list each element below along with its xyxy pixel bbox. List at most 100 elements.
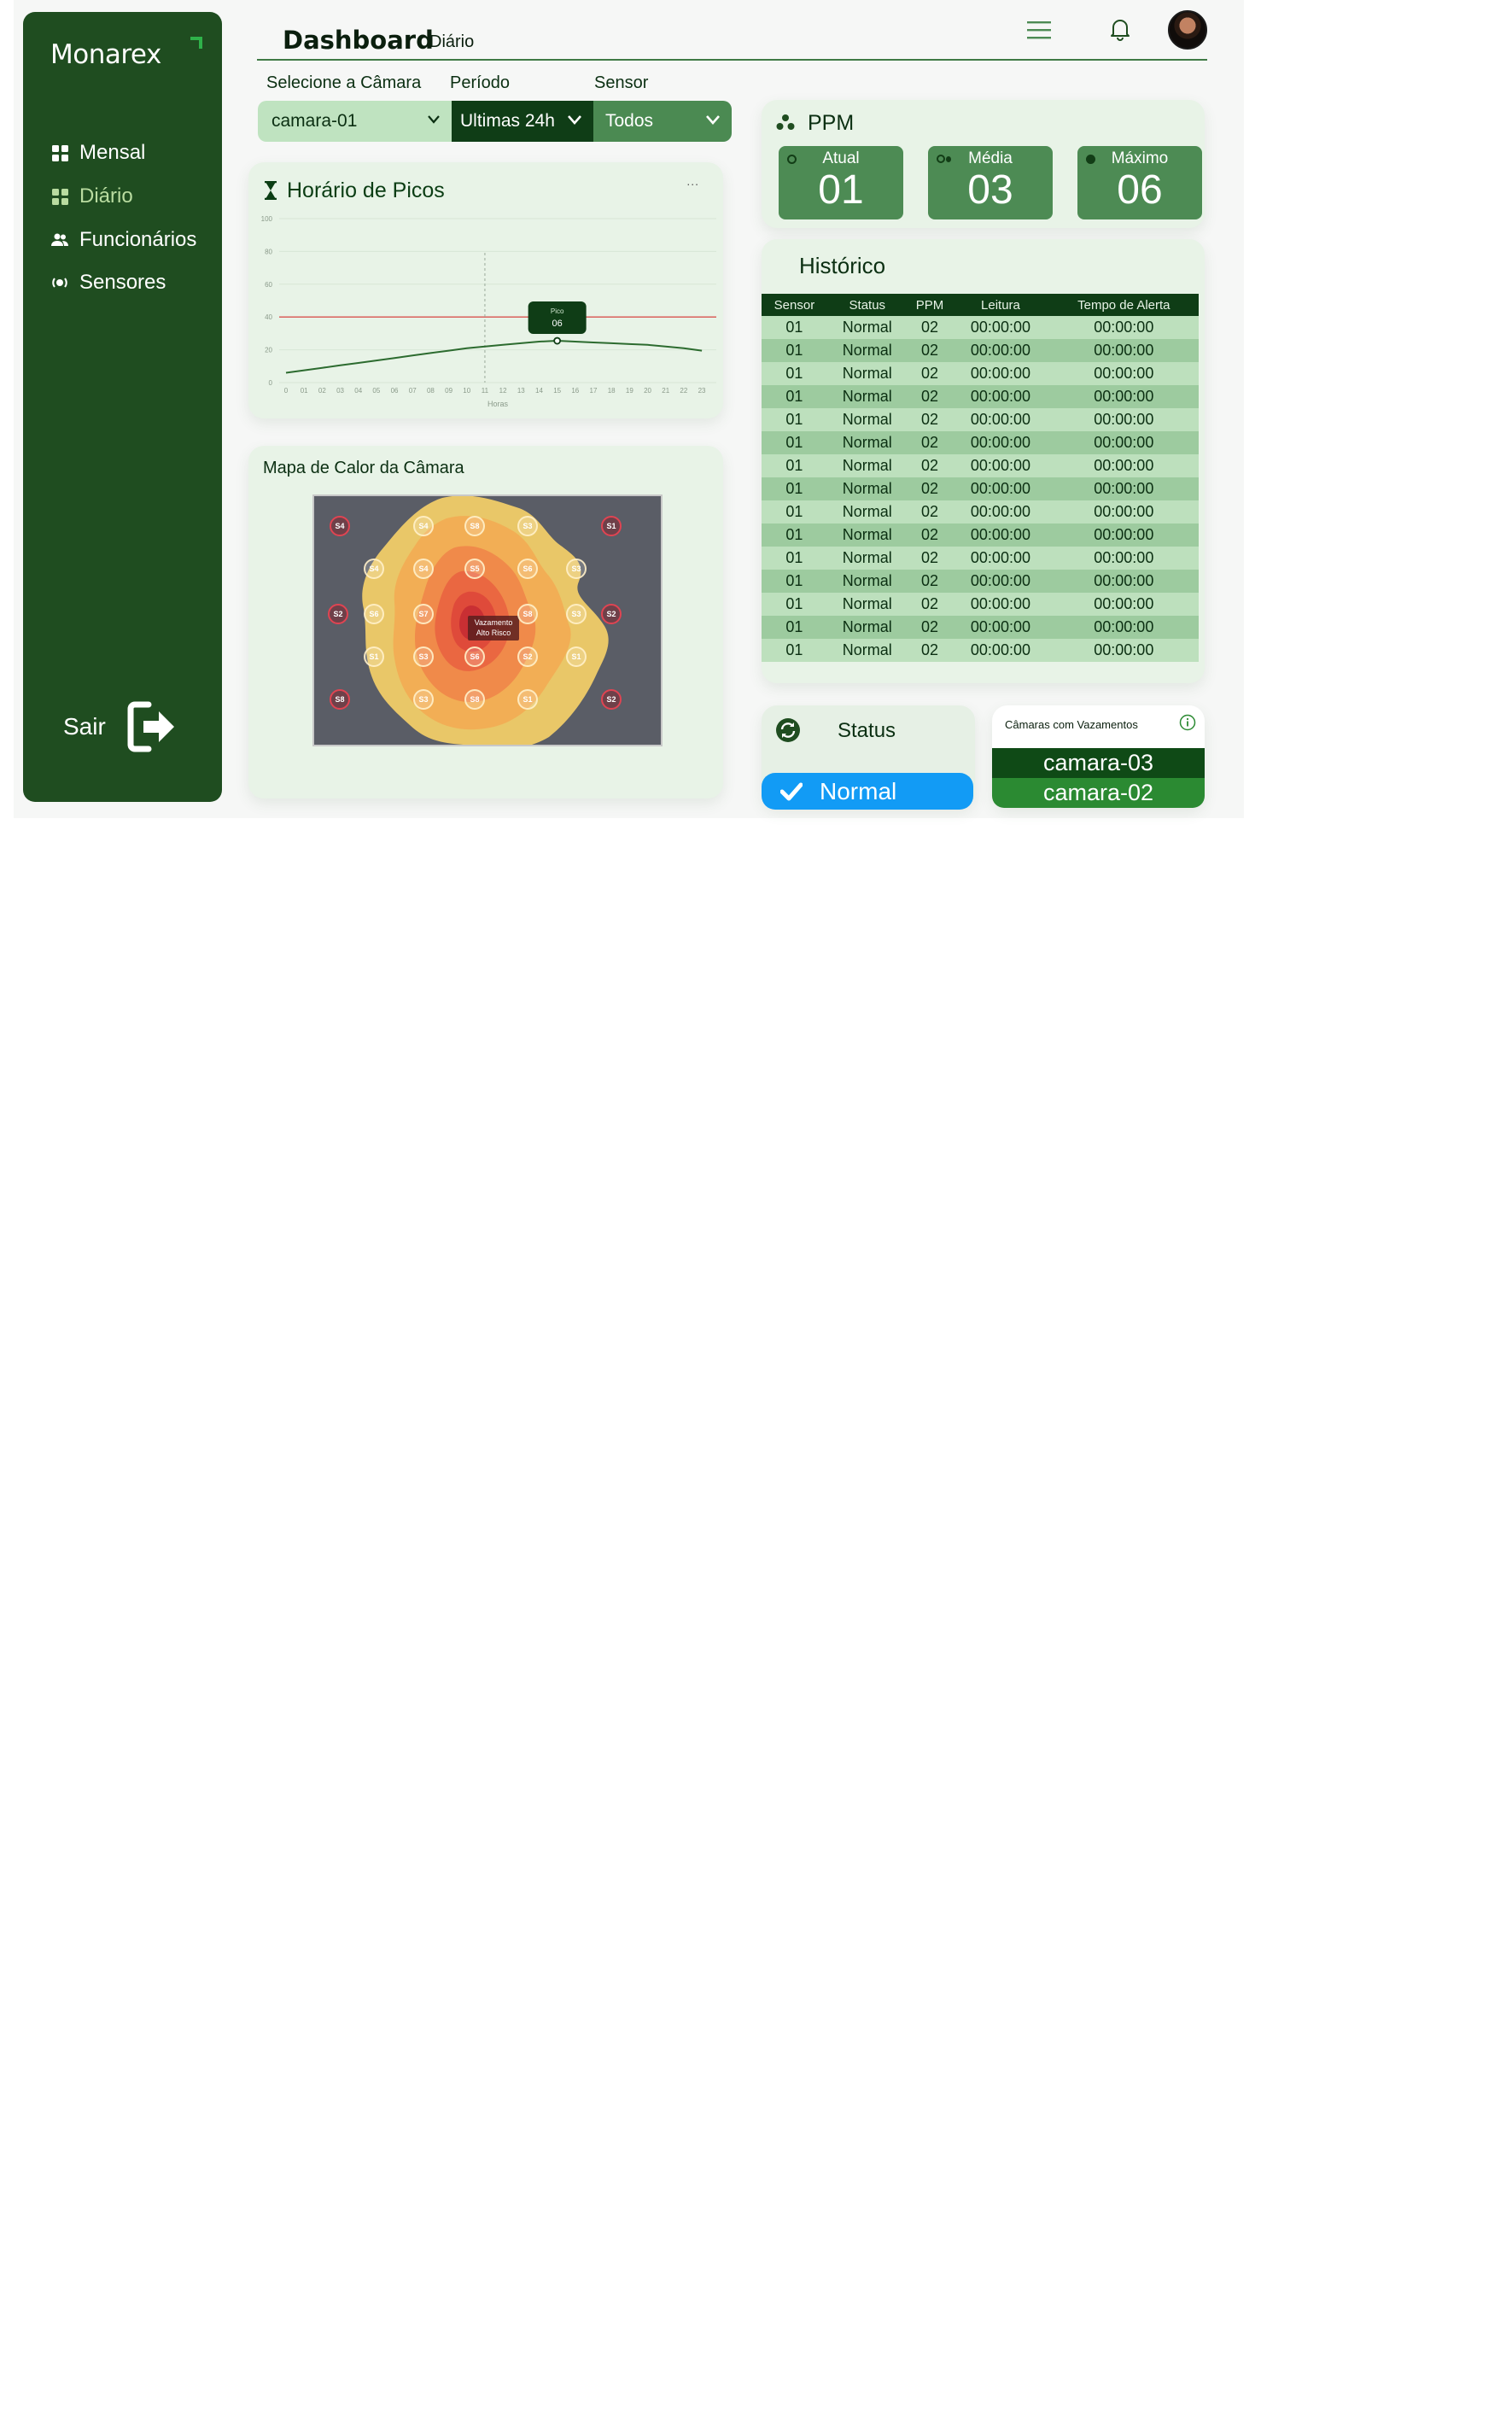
table-cell: 00:00:00: [952, 593, 1049, 616]
x-tick-label: 18: [608, 387, 616, 395]
peak-hours-card: Horário de Picos ... 0 20 40 60 80 100 Pico 06 0…: [248, 162, 723, 418]
avatar[interactable]: [1168, 10, 1207, 50]
leaking-chamber-item[interactable]: camara-03: [992, 748, 1205, 778]
users-icon: [50, 231, 69, 249]
sidebar-item-funcionarios[interactable]: Funcionários: [50, 225, 221, 255]
sensor-marker[interactable]: S1: [364, 646, 384, 667]
ppm-average-label: Média: [968, 149, 1013, 167]
sensor-marker[interactable]: S8: [330, 689, 350, 710]
table-cell: 00:00:00: [1048, 477, 1199, 500]
table-cell: 01: [762, 639, 827, 662]
table-row: 01 Normal 02 00:00:00 00:00:00: [762, 616, 1199, 639]
sidebar-item-mensal[interactable]: Mensal: [50, 137, 221, 168]
table-cell: 02: [907, 385, 953, 408]
table-row: 01 Normal 02 00:00:00 00:00:00: [762, 639, 1199, 662]
table-cell: 02: [907, 639, 953, 662]
table-cell: 01: [762, 385, 827, 408]
ppm-average-tile: Média 03: [928, 146, 1053, 219]
sensor-marker[interactable]: S8: [517, 604, 538, 624]
leak-tooltip-line: Vazamento: [474, 618, 513, 627]
y-tick-label: 40: [265, 313, 272, 321]
sensor-marker[interactable]: S3: [566, 559, 587, 579]
status-card: Status Normal: [762, 705, 975, 810]
table-cell: 02: [907, 500, 953, 524]
table-cell: 00:00:00: [1048, 362, 1199, 385]
x-tick-label: 20: [644, 387, 651, 395]
bell-icon[interactable]: [1109, 17, 1131, 41]
leak-tooltip-line: Alto Risco: [476, 628, 511, 637]
sensor-marker[interactable]: S6: [517, 559, 538, 579]
y-tick-label: 100: [261, 215, 273, 223]
x-tick-label: 15: [553, 387, 561, 395]
y-tick-label: 20: [265, 347, 272, 354]
period-filter-label: Período: [450, 73, 511, 92]
table-cell: 02: [907, 593, 953, 616]
sensor-marker[interactable]: S3: [413, 689, 434, 710]
sensor-marker[interactable]: S8: [464, 689, 485, 710]
table-cell: 01: [762, 547, 827, 570]
sensor-marker[interactable]: S3: [566, 604, 587, 624]
sensor-marker[interactable]: S2: [517, 646, 538, 667]
table-cell: 00:00:00: [1048, 316, 1199, 339]
column-header: Sensor: [762, 294, 827, 316]
sensor-marker[interactable]: S1: [517, 689, 538, 710]
sensor-marker[interactable]: S8: [464, 516, 485, 536]
sensor-marker[interactable]: S4: [330, 516, 350, 536]
table-cell: Normal: [826, 431, 908, 454]
menu-icon[interactable]: [1027, 20, 1051, 39]
ppm-current-value: 01: [818, 167, 864, 213]
page-subtitle: Diário: [429, 32, 475, 51]
camera-select[interactable]: camara-01: [258, 101, 452, 142]
logout-button[interactable]: Sair: [63, 699, 178, 754]
table-cell: 00:00:00: [952, 339, 1049, 362]
peak-tooltip-value: 06: [552, 319, 563, 329]
sidebar-item-sensores[interactable]: Sensores: [50, 267, 221, 298]
refresh-icon[interactable]: [775, 717, 801, 743]
sensor-marker[interactable]: S3: [413, 646, 434, 667]
sensor-marker[interactable]: S7: [413, 604, 434, 624]
peak-point: [553, 336, 562, 345]
sensor-marker[interactable]: S4: [413, 516, 434, 536]
table-cell: Normal: [826, 339, 908, 362]
table-header-row: Sensor Status PPM Leitura Tempo de Alert…: [762, 294, 1199, 316]
table-cell: 02: [907, 570, 953, 593]
sensor-marker[interactable]: S1: [601, 516, 622, 536]
table-row: 01 Normal 02 00:00:00 00:00:00: [762, 500, 1199, 524]
table-cell: Normal: [826, 454, 908, 477]
table-cell: 01: [762, 316, 827, 339]
sensor-marker[interactable]: S2: [328, 604, 348, 624]
table-cell: Normal: [826, 570, 908, 593]
sensor-marker[interactable]: S1: [566, 646, 587, 667]
table-cell: Normal: [826, 524, 908, 547]
info-icon[interactable]: [1179, 714, 1196, 731]
sensor-marker[interactable]: S4: [364, 559, 384, 579]
peak-tooltip-label: Pico: [551, 307, 564, 315]
camera-select-value: camara-01: [271, 111, 358, 131]
x-tick-label: 19: [626, 387, 633, 395]
sensor-marker[interactable]: S6: [464, 646, 485, 667]
sensor-marker[interactable]: S4: [413, 559, 434, 579]
x-tick-label: 22: [680, 387, 687, 395]
sidebar-item-diario[interactable]: Diário: [50, 181, 221, 212]
leaking-chamber-item[interactable]: camara-02: [992, 778, 1205, 808]
x-tick-label: 16: [571, 387, 579, 395]
sidebar-item-label: Funcionários: [79, 228, 197, 251]
leaking-chambers-title: Câmaras com Vazamentos: [1005, 718, 1138, 731]
sensor-select[interactable]: Todos: [593, 101, 732, 142]
page-title: Dashboard: [283, 26, 434, 55]
ppm-max-label: Máximo: [1111, 149, 1169, 167]
sensor-marker[interactable]: S6: [364, 604, 384, 624]
table-cell: Normal: [826, 408, 908, 431]
period-select[interactable]: Ultimas 24h: [452, 101, 593, 142]
brand-logo: Monarex: [50, 39, 161, 70]
history-card: Histórico Sensor Status PPM Leitura Temp…: [762, 239, 1205, 683]
ppm-title: PPM: [808, 111, 855, 135]
sensor-marker[interactable]: S5: [464, 559, 485, 579]
table-cell: Normal: [826, 616, 908, 639]
sensor-marker[interactable]: S2: [601, 604, 622, 624]
sensor-marker[interactable]: S3: [517, 516, 538, 536]
status-badge[interactable]: Normal: [762, 773, 973, 810]
sensor-marker[interactable]: S2: [601, 689, 622, 710]
x-tick-label: 12: [499, 387, 507, 395]
table-cell: 00:00:00: [1048, 385, 1199, 408]
